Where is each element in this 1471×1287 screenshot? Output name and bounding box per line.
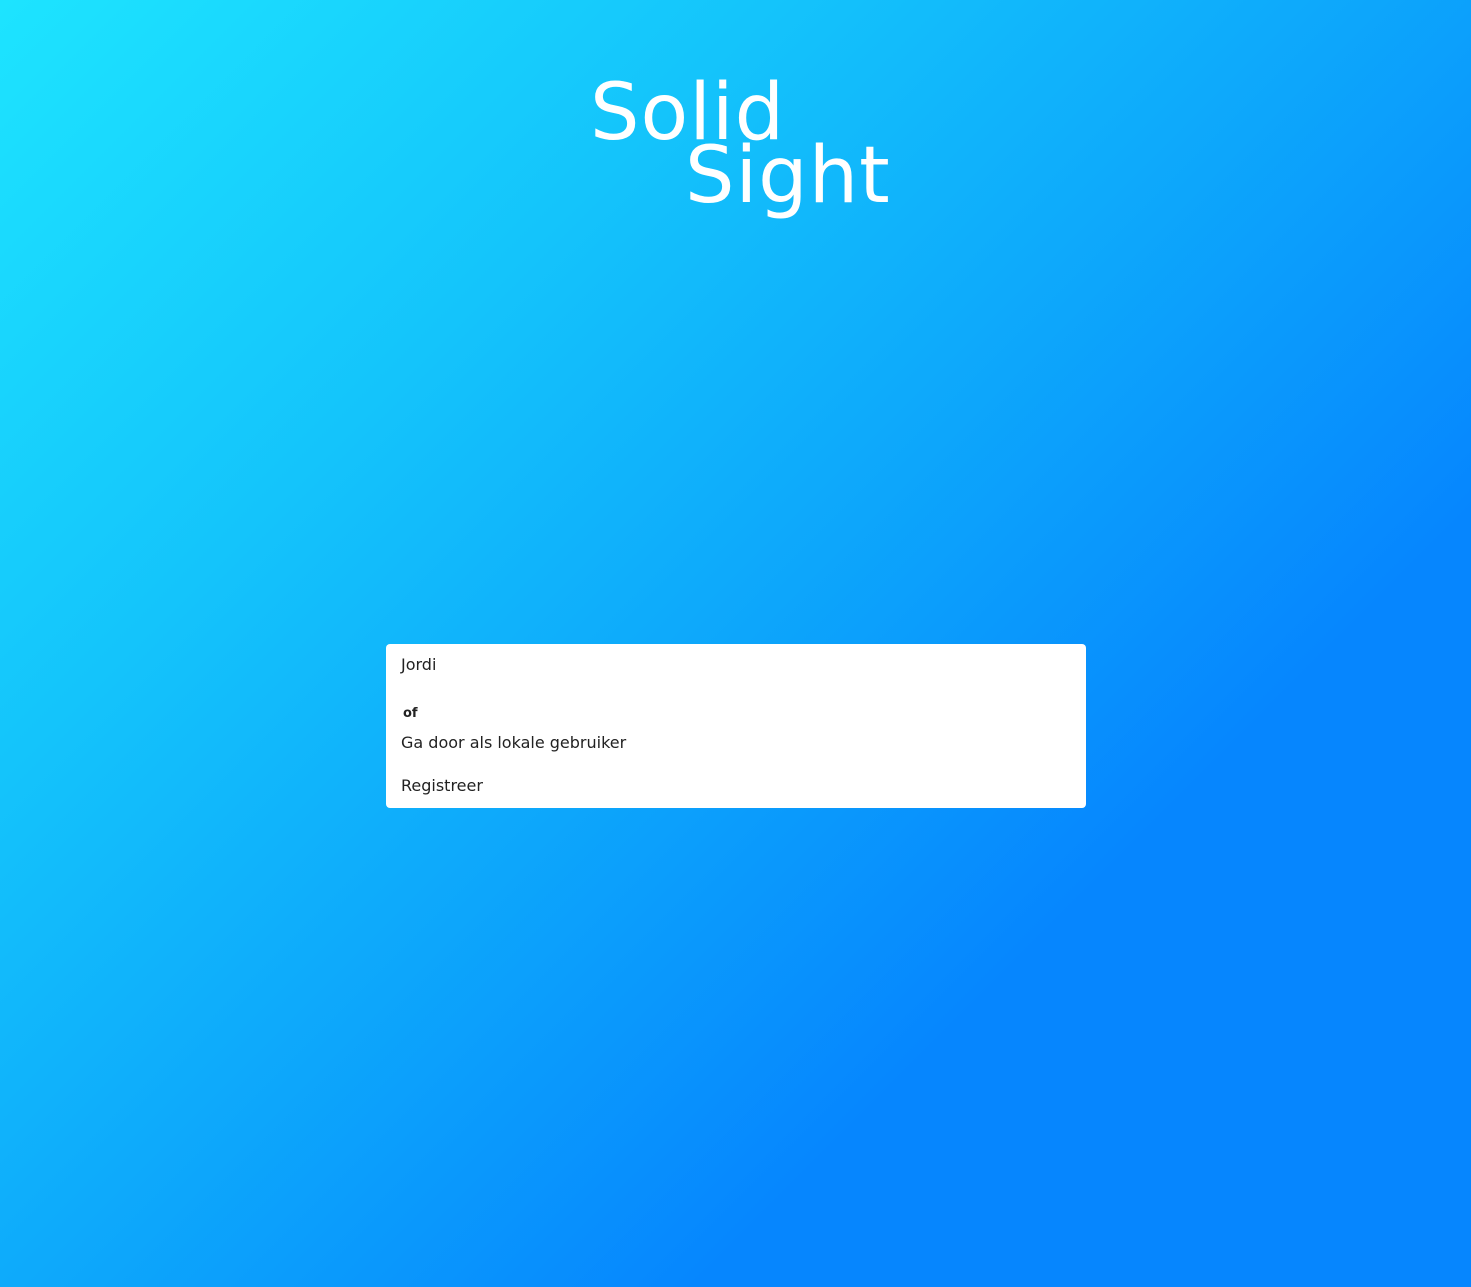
or-separator: of [403, 706, 418, 721]
logo-word-sight: Sight [685, 131, 891, 221]
account-option-jordi[interactable]: Jordi [401, 655, 436, 674]
continue-as-local-user-link[interactable]: Ga door als lokale gebruiker [401, 733, 626, 752]
login-card: Jordi of Ga door als lokale gebruiker Re… [386, 644, 1086, 808]
register-link[interactable]: Registreer [401, 776, 483, 795]
app-logo: Solid Sight [0, 0, 1471, 240]
